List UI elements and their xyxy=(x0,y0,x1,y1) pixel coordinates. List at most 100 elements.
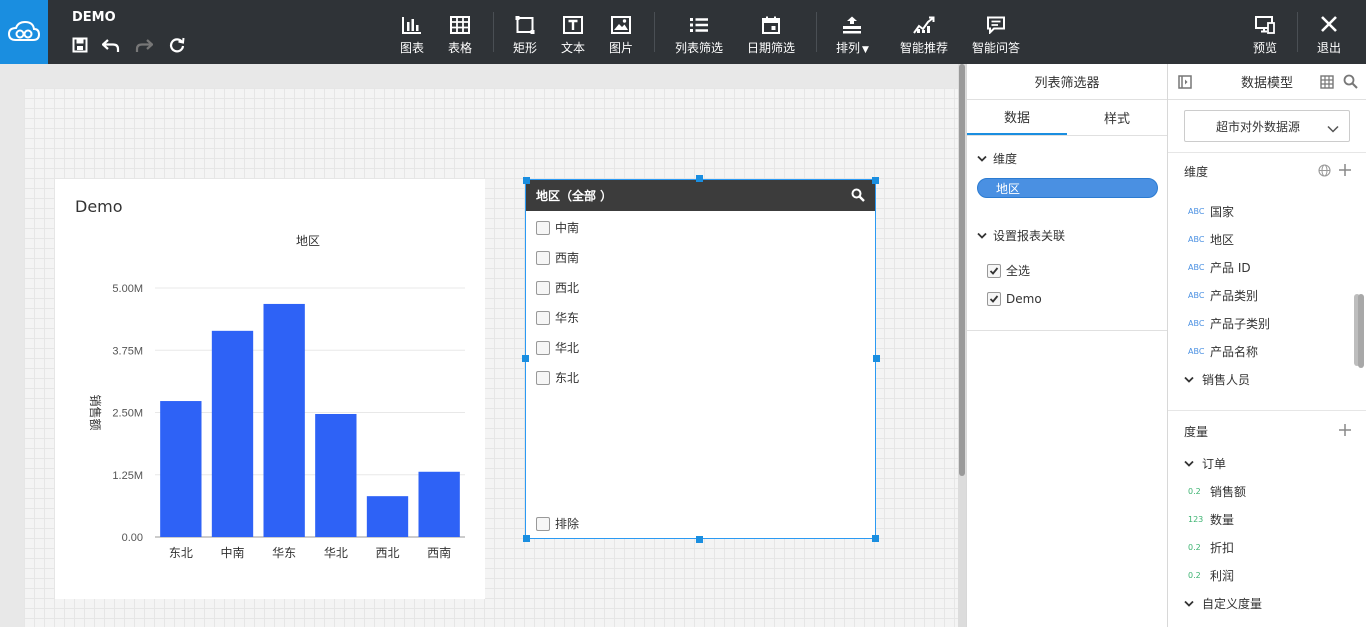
measure-field-label: 数量 xyxy=(1210,513,1235,527)
checkbox[interactable] xyxy=(536,310,550,325)
resize-handle[interactable] xyxy=(872,177,879,184)
resize-handle[interactable] xyxy=(873,355,880,362)
bar xyxy=(366,496,409,537)
link-section[interactable]: 设置报表关联 xyxy=(977,227,1065,244)
tool-smart-qa-label: 智能问答 xyxy=(972,41,1021,55)
filter-option[interactable]: 华北 xyxy=(536,339,579,356)
checkbox[interactable] xyxy=(536,340,550,355)
redo-icon[interactable] xyxy=(135,36,153,54)
search-icon[interactable] xyxy=(1343,74,1358,93)
toolbar-divider xyxy=(816,12,817,52)
x-tick-label: 西南 xyxy=(427,545,451,560)
tool-list-filter[interactable]: 列表筛选 xyxy=(675,10,723,56)
dimension-field[interactable]: ABC 产品子类别 xyxy=(1188,315,1270,332)
panel-scrollbar[interactable] xyxy=(1358,294,1364,368)
dimension-field[interactable]: ABC 国家 xyxy=(1188,203,1234,220)
tool-rect[interactable]: 矩形 xyxy=(513,10,537,56)
resize-handle[interactable] xyxy=(523,177,530,184)
add-dimension-icon[interactable] xyxy=(1338,163,1352,180)
filter-option[interactable]: 中南 xyxy=(536,219,579,236)
data-model-panel: 数据模型 超市对外数据源 维度 ABC 国家 ABC 地区 ABC 产品 ID ABC… xyxy=(1167,64,1366,627)
tool-chart[interactable]: 图表 xyxy=(400,10,424,56)
tool-list-filter-label: 列表筛选 xyxy=(675,41,724,55)
text-type-icon: ABC xyxy=(1188,235,1205,244)
filter-option[interactable]: 西北 xyxy=(536,279,579,296)
link-select-all[interactable]: 全选 xyxy=(987,262,1030,279)
text-type-icon: ABC xyxy=(1188,319,1205,328)
dimension-field[interactable]: ABC 产品 ID xyxy=(1188,259,1251,276)
link-demo[interactable]: Demo xyxy=(987,292,1042,306)
resize-handle[interactable] xyxy=(522,355,529,362)
search-icon[interactable] xyxy=(851,188,865,205)
exclude-option[interactable]: 排除 xyxy=(536,515,579,532)
measure-field[interactable]: 123 数量 xyxy=(1188,511,1234,528)
divider xyxy=(967,330,1167,331)
dimension-field-pill[interactable]: 地区 xyxy=(977,178,1158,198)
table-view-icon[interactable] xyxy=(1320,75,1334,93)
filter-option-label: 华东 xyxy=(555,311,580,325)
list-icon xyxy=(689,10,709,34)
filter-option[interactable]: 东北 xyxy=(536,369,579,386)
undo-icon[interactable] xyxy=(102,36,120,54)
canvas-scrollbar[interactable] xyxy=(958,64,966,627)
text-type-icon: ABC xyxy=(1188,291,1205,300)
filter-option[interactable]: 西南 xyxy=(536,249,579,266)
chevron-down-icon xyxy=(1184,597,1194,611)
tool-smart-rec[interactable]: 智能推荐 xyxy=(900,10,948,56)
measure-field[interactable]: 0.2 利润 xyxy=(1188,567,1234,584)
exclude-label: 排除 xyxy=(555,517,580,531)
chat-icon xyxy=(986,10,1006,34)
dimension-field[interactable]: ABC 产品名称 xyxy=(1188,343,1258,360)
link-select-all-label: 全选 xyxy=(1006,264,1031,278)
tab-data[interactable]: 数据 xyxy=(967,100,1067,135)
resize-handle[interactable] xyxy=(696,536,703,543)
calendar-icon xyxy=(761,10,781,34)
save-icon[interactable] xyxy=(71,36,89,54)
checkbox[interactable] xyxy=(536,250,550,265)
scrollbar-thumb[interactable] xyxy=(959,64,965,476)
tool-arrange[interactable]: 排列 ▼ xyxy=(836,10,869,56)
globe-icon[interactable] xyxy=(1318,164,1331,180)
chart-widget[interactable]: Demo 地区 0.00 1.25M 2.50M 3.75M 5.00M 东北 中南 华东 华北西… xyxy=(55,179,485,599)
measure-field[interactable]: 0.2 销售额 xyxy=(1188,483,1246,500)
tab-style[interactable]: 样式 xyxy=(1067,100,1167,135)
checkbox[interactable] xyxy=(536,280,550,295)
text-type-icon: ABC xyxy=(1188,207,1205,216)
exit-button[interactable]: 退出 xyxy=(1317,10,1341,56)
list-filter-widget[interactable]: 地区（全部 ） 中南 西南 西北 华东 华北 东北 排除 xyxy=(525,179,876,539)
bar xyxy=(418,471,460,537)
refresh-icon[interactable] xyxy=(168,36,186,54)
measure-field[interactable]: 0.2 折扣 xyxy=(1188,539,1234,556)
dimension-group[interactable]: 销售人员 xyxy=(1184,371,1250,388)
preview-button[interactable]: 预览 xyxy=(1253,10,1277,56)
tool-smart-qa[interactable]: 智能问答 xyxy=(972,10,1020,56)
tool-image[interactable]: 图片 xyxy=(609,10,633,56)
tool-text[interactable]: 文本 xyxy=(561,10,585,56)
checkbox[interactable] xyxy=(536,516,550,531)
measure-group-label: 自定义度量 xyxy=(1202,597,1263,611)
tool-table[interactable]: 表格 xyxy=(448,10,472,56)
link-demo-label: Demo xyxy=(1006,292,1042,306)
datasource-select-value: 超市对外数据源 xyxy=(1215,119,1300,134)
tool-date-filter[interactable]: 日期筛选 xyxy=(747,10,795,56)
dimension-section[interactable]: 维度 xyxy=(977,150,1017,167)
dimension-field[interactable]: ABC 产品类别 xyxy=(1188,287,1258,304)
checkbox-checked[interactable] xyxy=(987,292,1001,306)
x-tick-label: 华北 xyxy=(324,546,348,560)
checkbox-checked[interactable] xyxy=(987,263,1001,278)
resize-handle[interactable] xyxy=(523,535,530,542)
properties-panel: 列表筛选器 数据 样式 维度 地区 设置报表关联 全选 Demo xyxy=(966,64,1167,627)
dimension-field[interactable]: ABC 地区 xyxy=(1188,231,1234,248)
checkbox[interactable] xyxy=(536,370,550,385)
add-measure-icon[interactable] xyxy=(1338,423,1352,440)
resize-handle[interactable] xyxy=(872,535,879,542)
datasource-select[interactable]: 超市对外数据源 xyxy=(1184,110,1350,142)
resize-handle[interactable] xyxy=(696,175,703,182)
document-title: DEMO xyxy=(72,10,116,25)
filter-option[interactable]: 华东 xyxy=(536,309,579,326)
measure-group[interactable]: 订单 xyxy=(1184,455,1226,472)
collapse-panel-icon[interactable] xyxy=(1178,75,1192,93)
measure-group[interactable]: 自定义度量 xyxy=(1184,595,1262,612)
checkbox[interactable] xyxy=(536,220,550,235)
cloud-logo-icon[interactable] xyxy=(0,0,48,64)
